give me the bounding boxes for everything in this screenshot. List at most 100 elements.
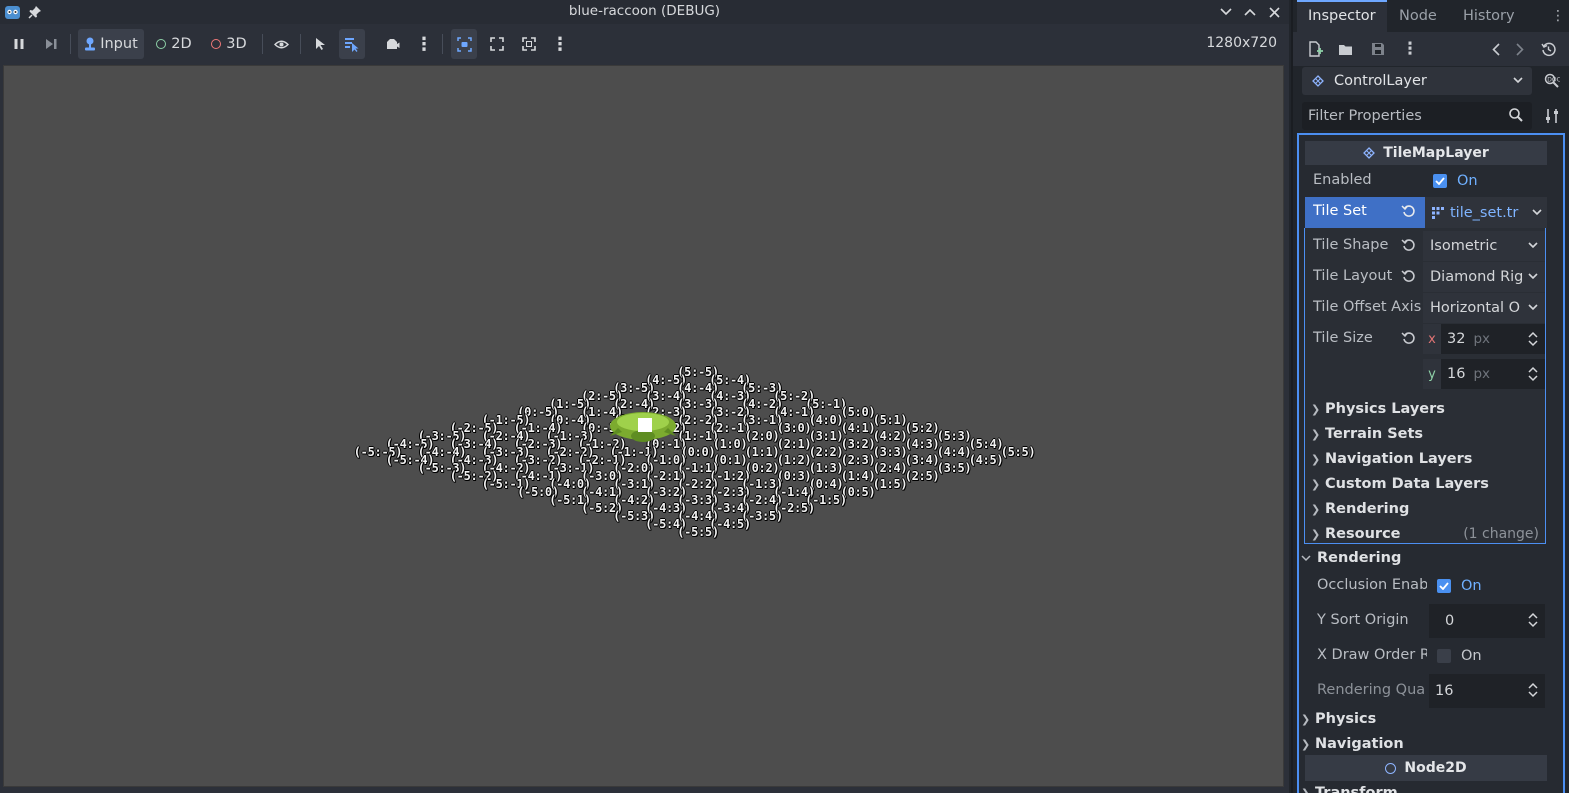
property-x-draw-order-reversed: X Draw Order R On xyxy=(1305,639,1547,673)
group-physics[interactable]: ❯ Physics xyxy=(1301,707,1376,731)
tab-node[interactable]: Node xyxy=(1388,0,1448,32)
mode-2d-button[interactable]: 2D xyxy=(150,29,198,59)
node2d-icon xyxy=(1385,762,1397,774)
tile-coordinate-label: (1:4) xyxy=(840,469,876,483)
property-label: Occlusion Enab xyxy=(1317,577,1427,593)
tile-coordinate-label: (5:5) xyxy=(1000,445,1036,459)
dropdown-value: Isometric xyxy=(1430,238,1498,254)
tile-coordinate-label: (3:5) xyxy=(936,461,972,475)
group-custom-data-layers[interactable]: ❯ Custom Data Layers xyxy=(1311,472,1489,496)
more-options-icon[interactable]: ⋮ xyxy=(414,29,434,59)
open-folder-icon[interactable] xyxy=(1336,39,1356,59)
group-terrain-sets[interactable]: ❯ Terrain Sets xyxy=(1311,422,1423,446)
tile-size-x-spinbox[interactable]: x 32 px xyxy=(1423,324,1545,354)
revert-icon[interactable] xyxy=(1401,268,1417,284)
tile-coordinate-label: (5:1) xyxy=(872,413,908,427)
dropdown-value: Horizontal O xyxy=(1430,300,1521,316)
tab-inspector[interactable]: Inspector xyxy=(1297,0,1387,32)
y-sort-origin-spinbox[interactable]: 0 xyxy=(1429,604,1545,638)
dropdown-value: Diamond Rig xyxy=(1430,269,1524,285)
camera-override-button[interactable] xyxy=(381,29,403,59)
spinbox-value: 16 xyxy=(1435,683,1454,699)
tile-shape-dropdown[interactable]: Isometric xyxy=(1423,231,1545,261)
more-options-icon[interactable]: ⋮ xyxy=(1400,39,1420,59)
camera-focus-icon xyxy=(456,36,472,52)
group-resource[interactable]: ❯ Resource (1 change) xyxy=(1311,522,1539,546)
group-transform[interactable]: ❯ Transform xyxy=(1301,781,1398,793)
chevron-right-icon: ❯ xyxy=(1311,527,1321,541)
group-label: Rendering xyxy=(1317,550,1402,566)
property-tile-layout: Tile Layout Diamond Rig xyxy=(1305,262,1545,292)
minimize-chevron-icon[interactable] xyxy=(1216,2,1236,22)
chevron-right-icon: ❯ xyxy=(1311,427,1321,441)
spinner-arrows-icon[interactable] xyxy=(1527,366,1539,382)
spinner-arrows-icon[interactable] xyxy=(1527,612,1539,628)
open-documentation-icon[interactable]: DOC xyxy=(1541,70,1563,92)
fullscreen-button[interactable] xyxy=(518,29,540,59)
toolbar-separator xyxy=(442,34,443,54)
group-physics-layers[interactable]: ❯ Physics Layers xyxy=(1311,397,1445,421)
revert-icon[interactable] xyxy=(1401,330,1417,346)
tab-history[interactable]: History xyxy=(1452,0,1526,32)
group-navigation-layers[interactable]: ❯ Navigation Layers xyxy=(1311,447,1472,471)
tile-offset-axis-dropdown[interactable]: Horizontal O xyxy=(1423,293,1545,323)
property-tile-set[interactable]: Tile Set tile_set.tr xyxy=(1305,197,1547,228)
tile-coordinate-label: (3:0) xyxy=(776,421,812,435)
window-titlebar[interactable]: blue-raccoon (DEBUG) xyxy=(0,0,1289,24)
mode-3d-button[interactable]: 3D xyxy=(204,29,254,59)
enabled-checkbox[interactable]: On xyxy=(1425,166,1547,196)
history-back-icon[interactable] xyxy=(1486,39,1506,59)
property-tile-offset-axis: Tile Offset Axis Horizontal O xyxy=(1305,293,1545,323)
pause-button[interactable] xyxy=(8,29,30,59)
occlusion-checkbox[interactable]: On xyxy=(1429,569,1551,603)
filter-properties-input[interactable]: Filter Properties xyxy=(1302,102,1532,130)
save-icon[interactable] xyxy=(1368,39,1388,59)
dock-menu-icon[interactable]: ⋮ xyxy=(1551,8,1565,24)
node-selector-dropdown[interactable]: ControlLayer xyxy=(1302,67,1532,95)
game-viewport[interactable]: (5:-5) (4:-5) (5:-4) (3:-5) (4:-4) (5:-3) (2:-… xyxy=(3,65,1284,787)
checkbox-state: On xyxy=(1461,648,1482,664)
tile-layout-dropdown[interactable]: Diamond Rig xyxy=(1423,262,1545,292)
checkmark-icon xyxy=(1437,579,1451,593)
property-tile-size: Tile Size x 32 px y 16 px xyxy=(1305,324,1545,394)
spinner-arrows-icon[interactable] xyxy=(1527,682,1539,698)
chevron-right-icon: ❯ xyxy=(1311,502,1321,516)
tile-coordinate-label: (2:3) xyxy=(840,453,876,467)
input-toggle-button[interactable]: Input xyxy=(78,29,144,59)
chevron-down-icon[interactable] xyxy=(1531,206,1543,220)
select-mode-button[interactable] xyxy=(310,29,332,59)
spinner-arrows-icon[interactable] xyxy=(1527,331,1539,347)
tile-set-resource-picker[interactable]: tile_set.tr xyxy=(1425,197,1547,228)
history-forward-icon[interactable] xyxy=(1510,39,1530,59)
player-sprite[interactable] xyxy=(608,406,678,450)
group-tileset-rendering[interactable]: ❯ Rendering xyxy=(1311,497,1409,521)
list-select-icon xyxy=(345,37,359,52)
visibility-button[interactable] xyxy=(270,29,292,59)
group-rendering[interactable]: Rendering xyxy=(1301,546,1401,570)
tile-coordinate-label: (4:2) xyxy=(872,429,908,443)
list-select-button[interactable] xyxy=(339,29,365,59)
checkbox-state: On xyxy=(1461,578,1482,594)
mode-2d-label: 2D xyxy=(171,36,192,52)
tile-coordinate-label: (1:2) xyxy=(776,453,812,467)
maximize-chevron-icon[interactable] xyxy=(1240,2,1260,22)
chevron-right-icon: ❯ xyxy=(1311,477,1321,491)
tile-size-y-spinbox[interactable]: y 16 px xyxy=(1423,359,1545,389)
close-icon[interactable] xyxy=(1264,2,1284,22)
x-draw-order-checkbox[interactable]: On xyxy=(1429,639,1551,673)
unit-label: px xyxy=(1473,366,1491,382)
rendering-quadrant-spinbox[interactable]: 16 xyxy=(1429,674,1545,708)
camera-2d-button[interactable] xyxy=(451,29,477,59)
revert-icon[interactable] xyxy=(1401,203,1417,219)
property-occlusion-enabled: Occlusion Enab On xyxy=(1305,569,1547,603)
new-resource-icon[interactable] xyxy=(1305,39,1325,59)
reset-zoom-button[interactable] xyxy=(486,29,508,59)
property-tools-icon[interactable] xyxy=(1541,105,1563,127)
tilemaplayer-node-icon xyxy=(1312,75,1324,87)
recent-history-icon[interactable] xyxy=(1538,39,1558,59)
group-navigation[interactable]: ❯ Navigation xyxy=(1301,732,1404,756)
more-options-icon[interactable]: ⋮ xyxy=(550,29,570,59)
tile-coordinate-label: (5:0) xyxy=(840,405,876,419)
revert-icon[interactable] xyxy=(1401,237,1417,253)
next-frame-button[interactable] xyxy=(40,29,62,59)
